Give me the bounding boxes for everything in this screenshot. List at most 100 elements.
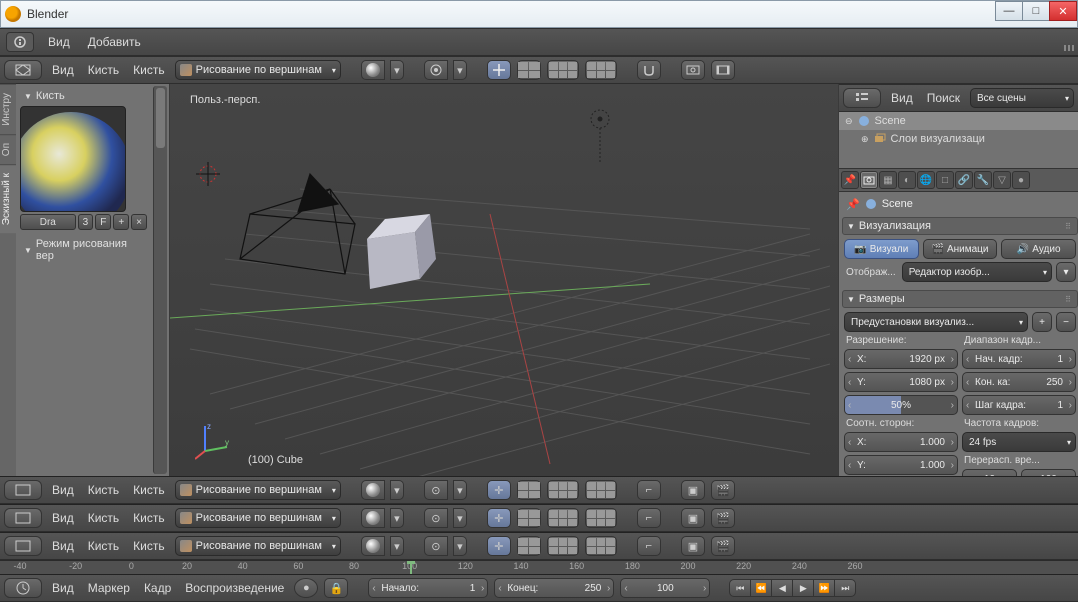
pivot-button[interactable]: ⊙ — [424, 480, 448, 500]
layer-button-2[interactable] — [547, 60, 579, 80]
panel-visualization-header[interactable]: Визуализация⠿ — [842, 217, 1078, 235]
tl-menu-frame[interactable]: Кадр — [140, 579, 175, 597]
brush-remove-button[interactable]: × — [131, 214, 147, 230]
mode-selector[interactable]: Рисование по вершинам ▾ — [175, 60, 341, 80]
layer-button[interactable] — [547, 536, 579, 556]
manipulator-toggle[interactable] — [487, 60, 511, 80]
layer-button-3[interactable] — [585, 60, 617, 80]
snap-toggle[interactable] — [637, 60, 661, 80]
tool-shelf-scrollbar[interactable] — [153, 86, 167, 474]
prop-tab-data[interactable]: ▽ — [993, 171, 1011, 189]
pivot-dropdown[interactable]: ▾ — [453, 508, 467, 528]
frame-start-input[interactable]: Начало:1 — [368, 578, 488, 598]
brush-preview[interactable] — [20, 106, 126, 212]
play-button[interactable]: ▶ — [792, 579, 814, 597]
resolution-y-field[interactable]: Y:1080 px — [844, 372, 958, 392]
layer-button[interactable] — [517, 480, 541, 500]
pivot-dropdown[interactable]: ▾ — [453, 480, 467, 500]
prop-tab-scene[interactable]: ◐ — [898, 171, 916, 189]
brush-name-field[interactable]: Dra — [20, 214, 76, 230]
shading-button[interactable] — [361, 480, 385, 500]
render-anim-button[interactable]: 🎬 — [711, 480, 735, 500]
aspect-x-field[interactable]: X:1.000 — [844, 432, 958, 452]
window-maximize-button[interactable]: □ — [1022, 1, 1050, 21]
pivot-button[interactable] — [424, 60, 448, 80]
pivot-button[interactable]: ⊙ — [424, 536, 448, 556]
pivot-dropdown[interactable]: ▾ — [453, 536, 467, 556]
tl-menu-marker[interactable]: Маркер — [84, 579, 134, 597]
render-presets-dropdown[interactable]: Предустановки визуализ... — [844, 312, 1028, 332]
prop-tab-object[interactable]: □ — [936, 171, 954, 189]
mode-selector-2[interactable]: Рисование по вершинам▾ — [175, 480, 341, 500]
render-anim-button[interactable]: 🎬 — [711, 536, 735, 556]
menu-brush[interactable]: Кисть — [84, 509, 123, 527]
frame-start-field[interactable]: Нач. кадр:1 — [962, 349, 1076, 369]
tool-tab-sketch[interactable]: Эскизный к — [0, 164, 16, 233]
render-preview-button[interactable]: ▣ — [681, 480, 705, 500]
prop-tab-modifiers[interactable]: 🔧 — [974, 171, 992, 189]
remap-old-field[interactable]: 10 — [962, 469, 1017, 476]
outliner[interactable]: ⊖ Scene ⊕ Слои визуализаци — [839, 112, 1078, 168]
editor-type-info-icon[interactable] — [6, 32, 34, 52]
area-corner-handle[interactable] — [1064, 45, 1074, 51]
shading-button[interactable] — [361, 536, 385, 556]
prop-tab-world[interactable]: 🌐 — [917, 171, 935, 189]
paint-mode-panel-header[interactable]: Режим рисования вер — [20, 236, 147, 264]
brush-fake-user[interactable]: F — [95, 214, 111, 230]
jump-end-button[interactable]: ⏭ — [834, 579, 856, 597]
editor-type-timeline-icon[interactable] — [4, 578, 42, 598]
view3d-menu-brush2[interactable]: Кисть — [129, 61, 168, 79]
prop-tab-renderlayers[interactable]: ▦ — [879, 171, 897, 189]
brush-add-button[interactable]: + — [113, 214, 129, 230]
info-menu-add[interactable]: Добавить — [84, 33, 145, 51]
snap-toggle[interactable]: ⌐ — [637, 536, 661, 556]
menu-view[interactable]: Вид — [48, 509, 78, 527]
manipulator-toggle[interactable]: ✛ — [487, 536, 511, 556]
frame-step-field[interactable]: Шаг кадра:1 — [962, 395, 1076, 415]
editor-type-3dview-icon[interactable] — [4, 480, 42, 500]
auto-keyframe-toggle[interactable]: ● — [294, 578, 318, 598]
viewport-3d[interactable]: Польз.-персп. (100) Cube zy — [170, 84, 838, 476]
play-reverse-button[interactable]: ◀ — [771, 579, 793, 597]
timeline-ruler[interactable]: -40-200204060801001201401601802002202402… — [0, 560, 1078, 574]
layer-button[interactable] — [517, 508, 541, 528]
remap-new-field[interactable]: 100 — [1021, 469, 1076, 476]
window-close-button[interactable]: ✕ — [1049, 1, 1077, 21]
render-preview-button[interactable] — [681, 60, 705, 80]
menu-view[interactable]: Вид — [48, 481, 78, 499]
outliner-renderlayers-row[interactable]: ⊕ Слои визуализаци — [839, 130, 1078, 148]
preset-remove-button[interactable]: − — [1056, 312, 1076, 332]
tl-menu-view[interactable]: Вид — [48, 579, 78, 597]
jump-start-button[interactable]: ⏮ — [729, 579, 751, 597]
pivot-button[interactable]: ⊙ — [424, 508, 448, 528]
render-anim-button[interactable]: 🎬 — [711, 508, 735, 528]
layer-button[interactable] — [547, 480, 579, 500]
menu-view[interactable]: Вид — [48, 537, 78, 555]
render-button[interactable]: 📷Визуали — [844, 239, 919, 259]
outliner-display-mode[interactable]: Все сцены — [970, 88, 1074, 108]
keyframe-prev-button[interactable]: ⏪ — [750, 579, 772, 597]
snap-toggle[interactable]: ⌐ — [637, 480, 661, 500]
layer-button[interactable] — [585, 536, 617, 556]
outliner-menu-view[interactable]: Вид — [887, 89, 917, 107]
mode-selector-4[interactable]: Рисование по вершинам▾ — [175, 536, 341, 556]
info-menu-view[interactable]: Вид — [44, 33, 74, 51]
frame-end-field[interactable]: Кон. ка:250 — [962, 372, 1076, 392]
menu-brush2[interactable]: Кисть — [129, 537, 168, 555]
aspect-y-field[interactable]: Y:1.000 — [844, 455, 958, 475]
layer-button-1[interactable] — [517, 60, 541, 80]
layer-button[interactable] — [585, 480, 617, 500]
resolution-percentage-field[interactable]: 50% — [844, 395, 958, 415]
editor-type-3dview-icon[interactable] — [4, 508, 42, 528]
layer-button[interactable] — [585, 508, 617, 528]
shading-button[interactable] — [361, 508, 385, 528]
prop-tab-pin[interactable]: 📌 — [841, 171, 859, 189]
shading-dropdown[interactable]: ▾ — [390, 536, 404, 556]
render-anim-button[interactable] — [711, 60, 735, 80]
timeline-current-marker[interactable] — [410, 561, 412, 574]
layer-button[interactable] — [547, 508, 579, 528]
prop-tab-constraints[interactable]: 🔗 — [955, 171, 973, 189]
view3d-menu-view[interactable]: Вид — [48, 61, 78, 79]
editor-type-3dview-icon[interactable] — [4, 60, 42, 80]
display-extra-button[interactable]: ▾ — [1056, 262, 1076, 282]
